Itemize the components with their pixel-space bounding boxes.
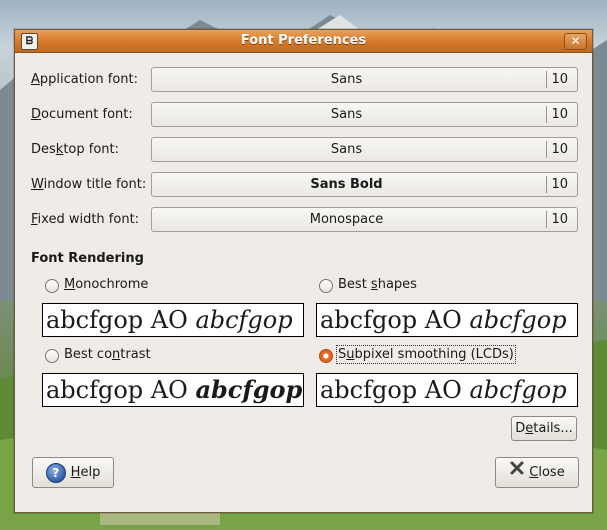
details-button[interactable]: Details... [511, 416, 577, 441]
font-picker-button[interactable]: Sans 10 [151, 67, 578, 92]
radio-indicator[interactable] [319, 279, 333, 293]
font-picker-button[interactable]: Sans 10 [151, 102, 578, 127]
font-row-label: Desktop font: [31, 142, 119, 157]
font-picker-button[interactable]: Sans Bold 10 [151, 172, 578, 197]
font-name: Sans [330, 72, 363, 87]
font-row-label: Application font: [31, 72, 139, 87]
separator [546, 141, 547, 158]
radio-indicator-selected[interactable] [319, 349, 333, 363]
radio-indicator[interactable] [45, 279, 59, 293]
font-picker-button[interactable]: Sans 10 [151, 137, 578, 162]
titlebar-close-button[interactable]: ✕ [564, 33, 587, 50]
font-name: Sans [330, 142, 363, 157]
sample-subpixel-smoothing[interactable]: abcfgop AO abcfgop [316, 373, 578, 407]
sample-best-shapes[interactable]: abcfgop AO abcfgop [316, 303, 578, 337]
titlebar[interactable]: ᗷ Font Preferences ✕ [15, 30, 592, 53]
font-picker-button[interactable]: Monospace 10 [151, 207, 578, 232]
font-size: 10 [551, 142, 568, 157]
separator [546, 176, 547, 193]
font-size: 10 [551, 72, 568, 87]
font-rendering-heading: Font Rendering [31, 251, 144, 266]
font-name: Monospace [309, 212, 384, 227]
font-preferences-dialog: ᗷ Font Preferences ✕ Application font: Sa… [14, 29, 593, 513]
font-row-label: Window title font: [31, 177, 147, 192]
separator [546, 211, 547, 228]
close-button[interactable]: Close [495, 457, 579, 488]
font-row-label: Document font: [31, 107, 133, 122]
radio-label: Subpixel smoothing (LCDs) [336, 345, 516, 364]
font-name: Sans Bold [310, 177, 383, 192]
font-size: 10 [551, 177, 568, 192]
radio-label: Monochrome [64, 277, 149, 292]
help-icon: ? [45, 462, 66, 483]
sample-monochrome[interactable]: abcfgop AO abcfgop [42, 303, 304, 337]
radio-indicator[interactable] [45, 349, 59, 363]
radio-label: Best contrast [64, 347, 151, 362]
close-icon [509, 458, 525, 487]
font-size: 10 [551, 107, 568, 122]
font-name: Sans [330, 107, 363, 122]
separator [546, 106, 547, 123]
font-row-label: Fixed width font: [31, 212, 140, 227]
sample-best-contrast[interactable]: abcfgop AO abcfgop [42, 373, 304, 407]
radio-label: Best shapes [338, 277, 417, 292]
font-size: 10 [551, 212, 568, 227]
help-button[interactable]: ? Help [32, 457, 114, 488]
separator [546, 71, 547, 88]
window-title: Font Preferences [240, 33, 367, 48]
